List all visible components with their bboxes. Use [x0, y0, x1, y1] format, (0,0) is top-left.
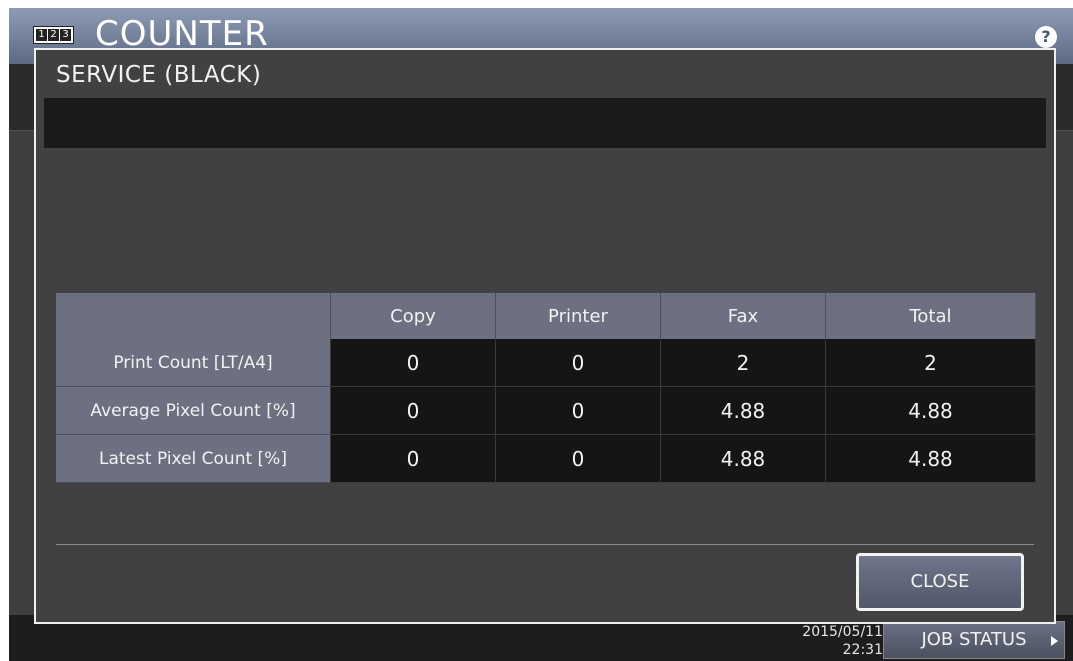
arrow-right-icon [1051, 636, 1058, 646]
counter-icon: 1 2 3 [33, 26, 74, 44]
table-row: Average Pixel Count [%] 0 0 4.88 4.88 [56, 387, 1036, 435]
cell-copy: 0 [331, 435, 496, 483]
column-header-printer: Printer [496, 293, 661, 339]
divider [56, 544, 1034, 545]
date-time: 2015/05/11 22:31 [802, 623, 883, 659]
row-label: Average Pixel Count [%] [56, 387, 331, 435]
table-row: Latest Pixel Count [%] 0 0 4.88 4.88 [56, 435, 1036, 483]
time-text: 22:31 [842, 642, 883, 658]
job-status-button[interactable]: JOB STATUS [883, 621, 1065, 659]
cell-printer: 0 [496, 339, 661, 387]
help-icon[interactable]: ? [1035, 26, 1057, 48]
column-header-fax: Fax [661, 293, 826, 339]
cell-fax: 2 [661, 339, 826, 387]
cell-copy: 0 [331, 387, 496, 435]
row-label: Print Count [LT/A4] [56, 339, 331, 387]
counter-table: Copy Printer Fax Total Print Count [LT/A… [56, 293, 1036, 483]
column-header [56, 293, 331, 339]
cell-printer: 0 [496, 435, 661, 483]
cell-total: 4.88 [826, 435, 1036, 483]
row-label: Latest Pixel Count [%] [56, 435, 331, 483]
column-header-total: Total [826, 293, 1036, 339]
cell-total: 4.88 [826, 387, 1036, 435]
table-header-row: Copy Printer Fax Total [56, 293, 1036, 339]
counter-icon-digit: 3 [60, 29, 71, 41]
job-status-label: JOB STATUS [921, 629, 1027, 650]
table-row: Print Count [LT/A4] 0 0 2 2 [56, 339, 1036, 387]
cell-printer: 0 [496, 387, 661, 435]
close-button[interactable]: CLOSE [856, 553, 1024, 611]
cell-copy: 0 [331, 339, 496, 387]
column-header-copy: Copy [331, 293, 496, 339]
date-text: 2015/05/11 [802, 624, 883, 640]
counter-icon-digit: 2 [48, 29, 59, 41]
cell-fax: 4.88 [661, 435, 826, 483]
counter-icon-digit: 1 [36, 29, 47, 41]
dialog-title: SERVICE (BLACK) [56, 62, 262, 88]
cell-total: 2 [826, 339, 1036, 387]
service-dialog: SERVICE (BLACK) Copy Printer Fax Total P… [34, 48, 1056, 624]
message-bar [44, 98, 1046, 148]
cell-fax: 4.88 [661, 387, 826, 435]
